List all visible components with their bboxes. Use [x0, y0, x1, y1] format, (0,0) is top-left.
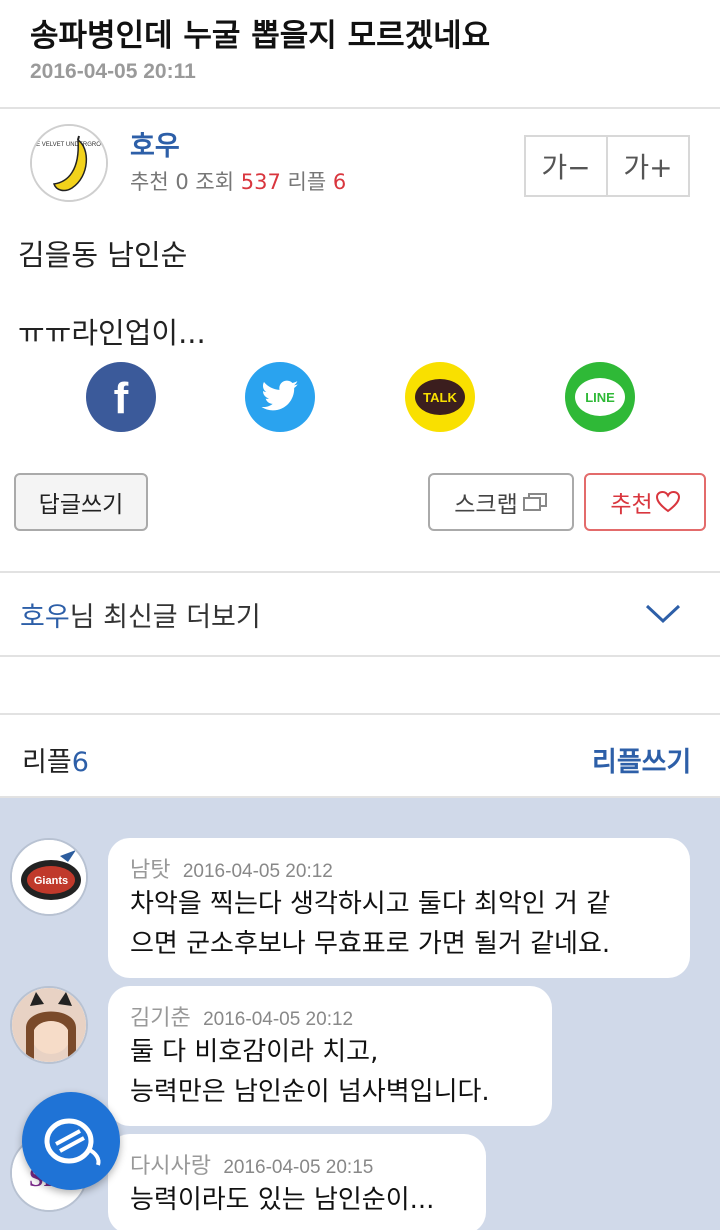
heart-icon: [655, 491, 680, 513]
comment-time: 2016-04-05 20:12: [203, 1009, 354, 1030]
author-name[interactable]: 호우: [130, 124, 180, 163]
divider: [0, 107, 720, 109]
line-share-button[interactable]: LINE: [565, 362, 635, 432]
chevron-down-icon[interactable]: [644, 602, 682, 626]
replies-header: 리플6: [22, 740, 89, 779]
comment-author[interactable]: 다시사랑: [130, 1154, 211, 1179]
kakaotalk-share-button[interactable]: TALK: [405, 362, 475, 432]
comment-author[interactable]: 김기춘: [130, 1006, 191, 1031]
recommend-button[interactable]: 추천: [584, 473, 706, 531]
post-body-line: ㅠㅠ라인업이...: [18, 316, 206, 350]
line-icon: LINE: [575, 378, 625, 416]
divider: [0, 571, 720, 573]
scrap-label: 스크랩: [454, 492, 518, 518]
scrap-icon: [522, 493, 547, 511]
app-logo-icon: [44, 1118, 101, 1166]
author-avatar[interactable]: THE VELVET UNDERGROUND: [30, 124, 108, 202]
replies-count: 6: [332, 170, 347, 194]
replies-header-count: 6: [71, 747, 89, 778]
post-title: 송파병인데 누굴 뽑을지 모르겠네요: [30, 18, 491, 54]
comment-bubble: 김기춘 2016-04-05 20:12 둘 다 비호감이라 치고, 능력만은 …: [108, 986, 552, 1126]
comment-text-line: 으면 군소후보나 무효표로 가면 될거 같네요.: [130, 929, 611, 959]
replies-label: 리플: [287, 170, 327, 194]
recommend-label: 추천: [610, 492, 653, 518]
comment-avatar[interactable]: Giants: [10, 838, 88, 916]
more-posts-link[interactable]: 호우님 최신글 더보기: [20, 595, 261, 634]
reply-button[interactable]: 답글쓰기: [14, 473, 148, 531]
comment-meta: 다시사랑 2016-04-05 20:15: [130, 1148, 464, 1180]
post-body-line: 김을동 남인순: [18, 238, 188, 272]
facebook-icon: f: [113, 374, 129, 423]
comment-meta: 남탓 2016-04-05 20:12: [130, 852, 668, 884]
comment-time: 2016-04-05 20:15: [223, 1157, 374, 1178]
comment-text-line: 능력이라도 있는 남인순이...: [130, 1185, 435, 1215]
comment-bubble: 다시사랑 2016-04-05 20:15 능력이라도 있는 남인순이...: [108, 1134, 486, 1230]
write-reply-button[interactable]: 리플쓰기: [592, 740, 691, 779]
comment-text-line: 능력만은 남인순이 넘사벽입니다.: [130, 1077, 490, 1107]
twitter-share-button[interactable]: [245, 362, 315, 432]
post-stats: 추천 0 조회 537 리플 6: [130, 166, 346, 196]
floating-menu-button[interactable]: [22, 1092, 120, 1190]
divider: [0, 713, 720, 715]
views-label: 조회: [195, 170, 235, 194]
font-size-control: 가− 가+: [524, 135, 690, 197]
post-date: 2016-04-05 20:11: [30, 60, 196, 83]
comment-avatar[interactable]: [10, 986, 88, 1064]
twitter-icon: [261, 380, 299, 411]
comment-text-line: 차악을 찍는다 생각하시고 둘다 최악인 거 같: [130, 889, 611, 919]
more-posts-author: 호우: [20, 602, 70, 633]
comment-time: 2016-04-05 20:12: [182, 861, 333, 882]
comment-bubble: 남탓 2016-04-05 20:12 차악을 찍는다 생각하시고 둘다 최악인…: [108, 838, 690, 978]
recommend-count: 0: [175, 170, 189, 194]
facebook-share-button[interactable]: f: [86, 362, 156, 432]
svg-text:Giants: Giants: [34, 875, 68, 887]
views-count: 537: [240, 170, 281, 194]
more-posts-label: 님 최신글 더보기: [69, 602, 261, 633]
recommend-label: 추천: [130, 170, 169, 194]
replies-header-label: 리플: [22, 747, 72, 778]
divider: [0, 655, 720, 657]
font-decrease-button[interactable]: 가−: [526, 137, 606, 195]
svg-text:THE VELVET UNDERGROUND: THE VELVET UNDERGROUND: [32, 142, 108, 148]
comment-author[interactable]: 남탓: [130, 858, 170, 883]
comment-text-line: 둘 다 비호감이라 치고,: [130, 1037, 379, 1067]
comment-meta: 김기춘 2016-04-05 20:12: [130, 1000, 530, 1032]
kakaotalk-icon: TALK: [415, 379, 465, 415]
scrap-button[interactable]: 스크랩: [428, 473, 574, 531]
font-increase-button[interactable]: 가+: [606, 137, 688, 195]
